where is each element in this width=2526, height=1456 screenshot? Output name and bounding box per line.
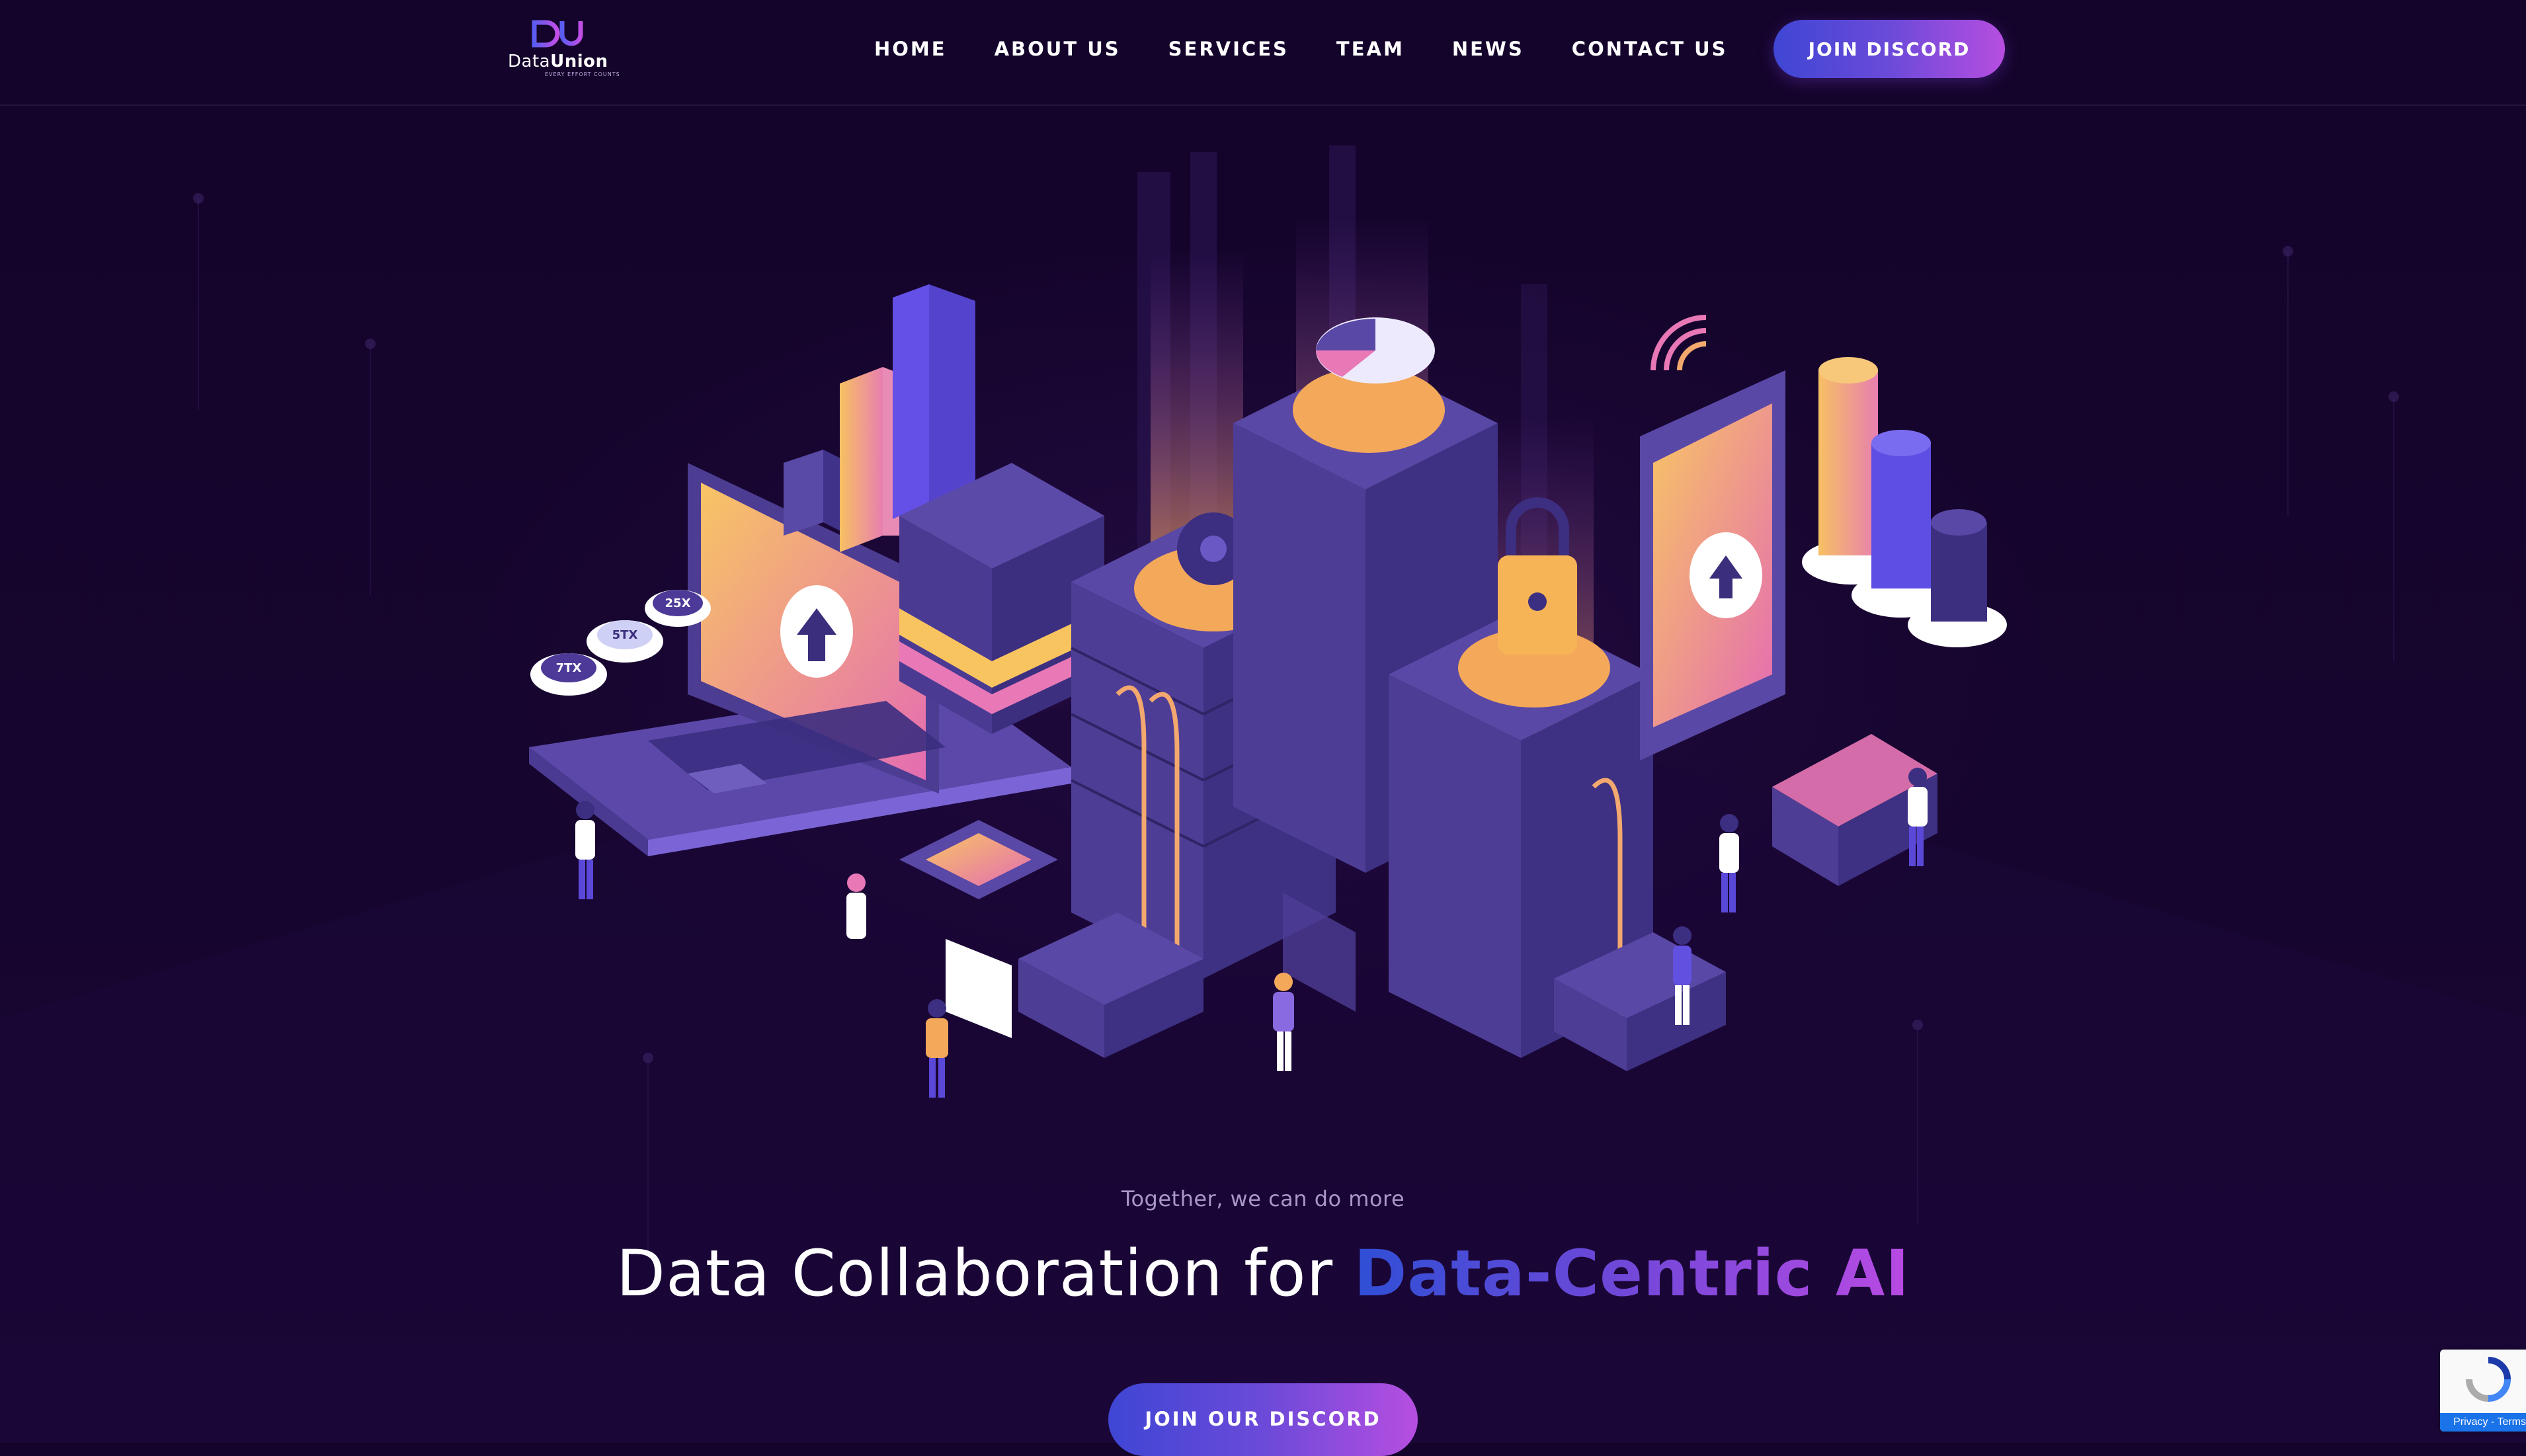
headline-accent: Data-Centric AI: [1354, 1236, 1910, 1311]
nav-about-us[interactable]: ABOUT US: [995, 34, 1121, 63]
recaptcha-privacy-terms-link[interactable]: Privacy - Terms: [2440, 1413, 2526, 1432]
hero-headline: Data Collaboration for Data-Centric AI: [0, 1236, 2526, 1311]
nav-contact-us[interactable]: CONTACT US: [1572, 34, 1728, 63]
join-our-discord-button[interactable]: JOIN OUR DISCORD: [1108, 1383, 1418, 1456]
hero-tagline: Together, we can do more: [1121, 1186, 1405, 1211]
recaptcha-badge[interactable]: Privacy - Terms: [2440, 1350, 2526, 1432]
nav-team[interactable]: TEAM: [1336, 34, 1405, 63]
nav-services[interactable]: SERVICES: [1168, 34, 1289, 63]
logo-wordmark: DataUnion: [508, 52, 608, 71]
join-discord-button[interactable]: JOIN DISCORD: [1773, 20, 2005, 78]
site-header: DataUnion EVERY EFFORT COUNTS HOME ABOUT…: [0, 0, 2526, 106]
recaptcha-icon: [2466, 1357, 2511, 1402]
hero-isometric-illustration: 7TX 5TX 25X: [529, 145, 2007, 1098]
coin-label-25x: 25X: [665, 596, 691, 610]
nav-home[interactable]: HOME: [874, 34, 947, 63]
du-logo-icon: [532, 20, 583, 48]
coin-label-7tx: 7TX: [556, 661, 582, 675]
dataunion-logo[interactable]: DataUnion EVERY EFFORT COUNTS: [508, 19, 620, 79]
nav-news[interactable]: NEWS: [1452, 34, 1524, 63]
coin-label-5tx: 5TX: [612, 628, 638, 642]
main-nav: HOME ABOUT US SERVICES TEAM NEWS CONTACT…: [874, 34, 1728, 63]
logo-tagline: EVERY EFFORT COUNTS: [545, 71, 620, 77]
headline-plain: Data Collaboration for: [616, 1236, 1354, 1311]
